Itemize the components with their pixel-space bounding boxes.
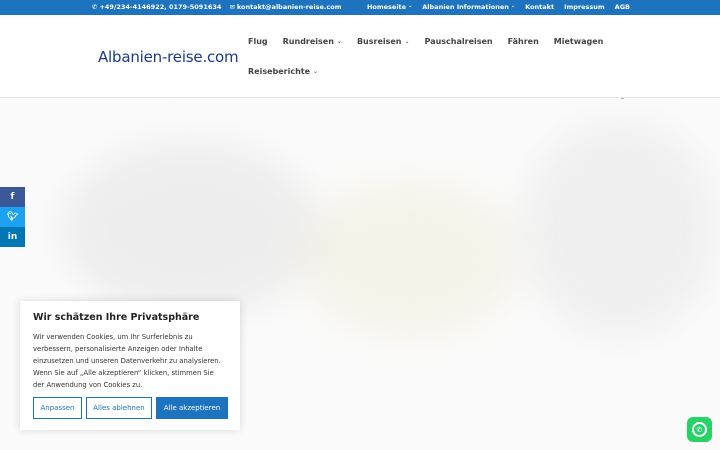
cookie-reject-button[interactable]: Alles ablehnen [86, 397, 152, 419]
cookie-customize-button[interactable]: Anpassen [33, 397, 82, 419]
cookie-buttons: Anpassen Alles ablehnen Alle akzeptieren [33, 397, 228, 419]
contact-info: ✆ +49/234-4146922, 0179-5091634 ✉ kontakt@… [92, 3, 341, 11]
top-nav: Homeseite ⌄ Albanien Informationen ⌄ Konta… [367, 3, 630, 11]
nav-item-pauschalreisen[interactable]: Pauschalreisen [425, 37, 493, 46]
whatsapp-button[interactable]: ✆ [687, 417, 712, 442]
phone-icon: ✆ [92, 3, 98, 11]
hero-image-blur [60, 139, 320, 319]
twitter-icon: 🐦︎ [6, 212, 19, 222]
mail-icon: ✉ [229, 3, 235, 11]
nav-item-faehren[interactable]: Fähren [508, 37, 539, 46]
chevron-down-icon: ⌄ [404, 38, 410, 45]
top-nav-homeseite[interactable]: Homeseite ⌄ [367, 3, 412, 11]
nav-item-busreisen[interactable]: Busreisen ⌄ [357, 37, 410, 46]
top-nav-agb[interactable]: AGB [615, 3, 630, 11]
whatsapp-icon: ✆ [692, 422, 707, 437]
top-nav-kontakt[interactable]: Kontakt [525, 3, 554, 11]
chevron-down-icon: ⌄ [313, 68, 319, 75]
chevron-down-icon: ⌄ [510, 3, 516, 9]
hero-image-blur [520, 119, 720, 339]
hero-image-blur [300, 179, 520, 339]
phone-link[interactable]: ✆ +49/234-4146922, 0179-5091634 [92, 3, 221, 11]
chevron-down-icon: ⌄ [336, 38, 342, 45]
site-header: Albanien-reise.com Flug Rundreisen ⌄ Busr… [0, 15, 720, 98]
top-nav-albanien-informationen[interactable]: Albanien Informationen ⌄ [422, 3, 515, 11]
cookie-consent-dialog: Wir schätzen Ihre Privatsphäre Wir verwe… [20, 301, 240, 430]
nav-item-flug[interactable]: Flug [248, 37, 268, 46]
facebook-icon: f [10, 192, 15, 202]
main-nav: Flug Rundreisen ⌄ Busreisen ⌄ Pauschalreis… [248, 37, 603, 97]
email-link[interactable]: ✉ kontakt@albanien-reise.com [229, 3, 341, 11]
linkedin-share-button[interactable]: in [0, 227, 25, 247]
chevron-down-icon: ⌄ [408, 3, 413, 9]
social-share-bar: f 🐦︎ in [0, 187, 25, 247]
cookie-accept-button[interactable]: Alle akzeptieren [156, 397, 228, 419]
cookie-text: Wir verwenden Cookies, um Ihr Surferlebn… [33, 333, 221, 389]
nav-item-rundreisen[interactable]: Rundreisen ⌄ [283, 37, 342, 46]
cookie-title: Wir schätzen Ihre Privatsphäre [33, 312, 200, 323]
site-logo[interactable]: Albanien-reise.com [98, 48, 239, 66]
linkedin-icon: in [7, 232, 18, 242]
nav-item-mietwagen[interactable]: Mietwagen [554, 37, 604, 46]
facebook-share-button[interactable]: f [0, 187, 25, 207]
top-bar: ✆ +49/234-4146922, 0179-5091634 ✉ kontakt@… [0, 0, 720, 15]
nav-item-reiseberichte[interactable]: Reiseberichte ⌄ [248, 67, 318, 76]
top-nav-impressum[interactable]: Impressum [564, 3, 605, 11]
twitter-share-button[interactable]: 🐦︎ [0, 207, 25, 227]
